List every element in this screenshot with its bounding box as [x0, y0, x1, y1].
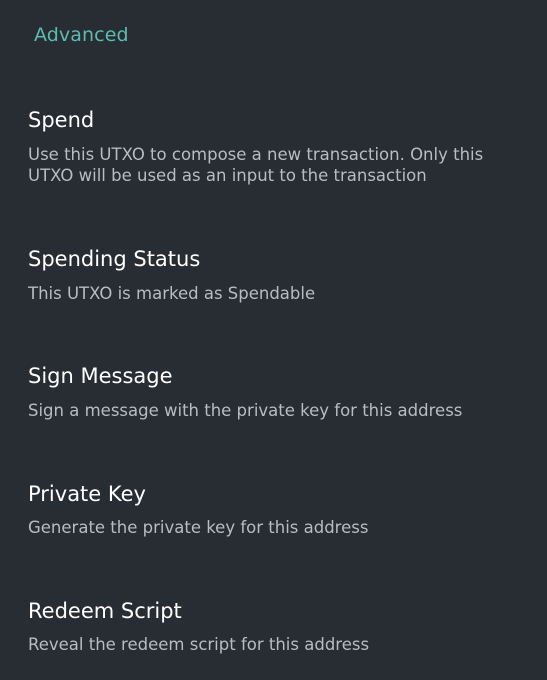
pref-summary: Reveal the redeem script for this addres… [28, 635, 370, 654]
pref-item-spending-status[interactable]: Spending Status This UTXO is marked as S… [0, 232, 547, 322]
section-header-advanced: Advanced [34, 24, 129, 46]
pref-item-sign-message[interactable]: Sign Message Sign a message with the pri… [0, 350, 547, 440]
pref-item-redeem-script[interactable]: Redeem Script Reveal the redeem script f… [0, 585, 547, 675]
pref-item-spend[interactable]: Spend Use this UTXO to compose a new tra… [0, 92, 547, 204]
pref-summary: Sign a message with the private key for … [28, 401, 463, 420]
pref-title: Redeem Script [28, 599, 182, 623]
pref-summary: Generate the private key for this addres… [28, 518, 369, 537]
pref-title: Sign Message [28, 364, 173, 388]
pref-title: Private Key [28, 482, 146, 506]
pref-summary: Use this UTXO to compose a new transacti… [28, 145, 484, 185]
pref-title: Spending Status [28, 247, 201, 271]
pref-summary: This UTXO is marked as Spendable [28, 284, 316, 303]
pref-title: Spend [28, 108, 95, 132]
pref-item-private-key[interactable]: Private Key Generate the private key for… [0, 467, 547, 557]
